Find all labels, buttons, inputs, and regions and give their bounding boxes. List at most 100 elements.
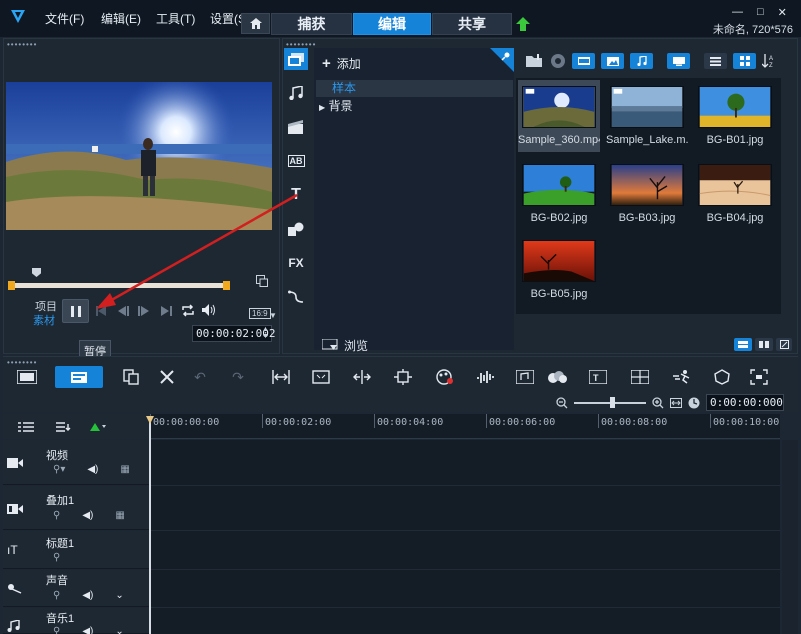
undo-icon[interactable]: ↶ — [189, 368, 211, 386]
link-icon[interactable]: ⚲ — [53, 510, 60, 521]
time-remapping-icon[interactable] — [671, 368, 693, 386]
trim-start-marker[interactable] — [8, 281, 15, 290]
record-capture-icon[interactable] — [550, 53, 566, 69]
maximize-button[interactable]: □ — [757, 6, 764, 19]
tab-edit[interactable]: 编辑 — [353, 13, 431, 35]
record-icon[interactable] — [434, 368, 456, 386]
zoom-slider-knob[interactable] — [610, 396, 615, 408]
panel-grip[interactable]: •••••••• — [7, 358, 37, 367]
timeline-playhead[interactable] — [149, 416, 151, 634]
panel-grip[interactable]: •••••••• — [7, 40, 37, 49]
transition-icon[interactable]: AB — [284, 150, 308, 172]
timecode-stepper[interactable]: ▲ ▼ — [262, 326, 269, 340]
scrub-bar[interactable] — [11, 283, 227, 288]
aspect-ratio-button[interactable]: 16:9 — [249, 308, 271, 319]
timeline-tracks-area[interactable] — [150, 440, 780, 634]
menu-settings[interactable]: 设置(S) — [210, 10, 241, 27]
mute-icon[interactable]: ◀) — [82, 626, 93, 634]
auto-music-icon[interactable] — [514, 368, 536, 386]
zoom-out-icon[interactable] — [556, 396, 568, 409]
clock-icon[interactable] — [688, 397, 700, 409]
mask-creator-icon[interactable] — [711, 368, 733, 386]
library-view-b-button[interactable] — [755, 338, 773, 351]
replace-clip-icon[interactable] — [120, 368, 142, 386]
show-hide-button[interactable] — [667, 53, 690, 69]
library-view-a-button[interactable] — [734, 338, 752, 351]
instant-project-icon[interactable] — [284, 116, 308, 138]
import-folder-icon[interactable] — [526, 54, 544, 68]
menu-edit[interactable]: 编辑(E) — [101, 10, 141, 27]
enlarge-preview-icon[interactable] — [256, 275, 268, 287]
trim-end-marker[interactable] — [223, 281, 230, 290]
zoom-slider[interactable] — [574, 396, 646, 408]
expand-track-icon[interactable]: ⌄ — [115, 590, 123, 601]
track-header-music[interactable]: 音乐1 ⚲ ◀) ⌄ — [3, 608, 150, 634]
add-track-icon[interactable] — [56, 422, 72, 432]
subtitle-editor-icon[interactable]: T — [587, 368, 609, 386]
thumbnail-item[interactable]: BG-B05.jpg — [518, 234, 600, 306]
go-to-start-icon[interactable] — [96, 306, 106, 316]
mute-icon[interactable]: ◀) — [87, 464, 98, 475]
list-view-button[interactable] — [704, 53, 727, 69]
track-header-overlay[interactable]: 叠加1 ⚲ ◀) ▦ — [3, 486, 150, 530]
mute-icon[interactable]: ◀) — [82, 590, 93, 601]
multi-camera-icon[interactable] — [629, 368, 651, 386]
timeline-view-icon[interactable] — [55, 366, 103, 388]
storyboard-view-icon[interactable] — [16, 368, 38, 386]
pan-zoom-icon[interactable] — [748, 368, 770, 386]
link-icon[interactable]: ⚲ — [53, 590, 60, 601]
repeat-icon[interactable] — [181, 304, 195, 317]
sort-icon[interactable]: AZ — [762, 54, 776, 68]
folder-item-background[interactable]: ▶ 背景 — [319, 98, 353, 116]
fx-icon[interactable]: FX — [284, 252, 308, 274]
mute-icon[interactable]: ◀) — [82, 510, 93, 521]
ripple-edit-icon[interactable] — [90, 423, 106, 431]
timecode-display[interactable]: 00:00:02:002 — [192, 325, 275, 342]
audio-icon[interactable] — [284, 82, 308, 104]
path-icon[interactable] — [284, 286, 308, 308]
link-icon[interactable]: ⚲ — [53, 626, 60, 634]
ripple-icon[interactable]: ▦ — [115, 510, 124, 521]
aspect-dropdown-icon[interactable]: ▼ — [269, 311, 277, 320]
timeline-scrollbar[interactable] — [782, 440, 798, 634]
link-icon[interactable]: ⚲ — [53, 552, 60, 563]
previous-frame-icon[interactable] — [118, 306, 130, 316]
motion-tracking-icon[interactable] — [546, 368, 568, 386]
filter-photo-button[interactable] — [601, 53, 624, 69]
volume-icon[interactable] — [202, 304, 216, 316]
pause-button[interactable] — [62, 299, 89, 323]
menu-file[interactable]: 文件(F) — [45, 10, 84, 27]
resize-clip-icon[interactable] — [392, 368, 414, 386]
graphics-icon[interactable] — [284, 218, 308, 240]
library-options-button[interactable] — [776, 338, 792, 351]
filter-audio-button[interactable] — [630, 53, 653, 69]
redo-icon[interactable]: ↷ — [227, 368, 249, 386]
folder-item-sample[interactable]: 样本 — [316, 80, 513, 97]
fit-screen-icon[interactable] — [310, 368, 332, 386]
close-button[interactable]: ✕ — [778, 6, 787, 19]
browse-button[interactable]: 浏览 — [322, 337, 368, 354]
thumbnail-view-button[interactable] — [733, 53, 756, 69]
track-header-video[interactable]: 视频 ⚲▾ ◀) ▦ — [3, 440, 150, 485]
home-button[interactable] — [241, 13, 270, 34]
sound-mixer-icon[interactable] — [474, 368, 496, 386]
expand-track-icon[interactable]: ⌄ — [115, 626, 123, 634]
mode-clip[interactable]: 素材 — [33, 312, 55, 328]
add-folder-button[interactable]: + 添加 — [322, 55, 361, 72]
title-icon[interactable]: T — [284, 184, 308, 206]
thumbnail-item[interactable]: BG-B02.jpg — [518, 158, 600, 230]
thumbnail-item[interactable]: BG-B01.jpg — [694, 80, 776, 152]
track-manager-icon[interactable] — [18, 422, 34, 432]
tools-icon[interactable] — [156, 368, 178, 386]
filter-video-button[interactable] — [572, 53, 595, 69]
tab-share[interactable]: 共享 — [432, 13, 512, 35]
track-header-title[interactable]: ıT 标题1 ⚲ — [3, 531, 150, 569]
upload-icon[interactable] — [516, 17, 530, 31]
link-icon[interactable]: ⚲▾ — [53, 464, 65, 475]
fit-project-icon[interactable] — [670, 397, 682, 409]
thumbnail-item[interactable]: BG-B03.jpg — [606, 158, 688, 230]
time-ruler[interactable]: 00:00:00:00 00:00:02:00 00:00:04:00 00:0… — [150, 414, 780, 439]
thumbnail-item[interactable]: BG-B04.jpg — [694, 158, 776, 230]
go-to-end-icon[interactable] — [161, 306, 172, 316]
zoom-in-icon[interactable] — [652, 396, 664, 409]
